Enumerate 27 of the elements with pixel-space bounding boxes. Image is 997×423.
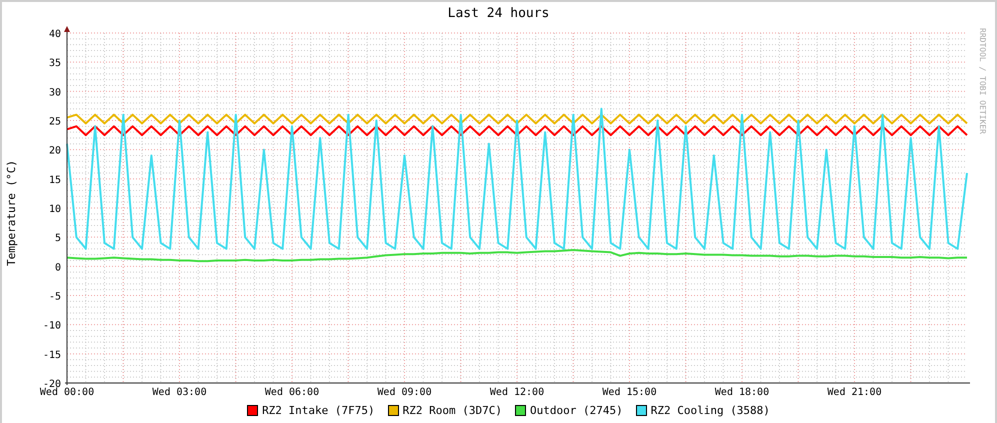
y-tick-label: 35 [48,58,61,70]
y-tick-label: 0 [54,262,61,274]
x-tick-label: Wed 18:00 [714,387,770,398]
x-tick-label: Wed 15:00 [602,387,657,398]
y-tick-label: 15 [48,174,61,186]
x-tick-label: Wed 12:00 [490,387,544,398]
y-tick-label: 25 [48,116,61,128]
x-tick-label: Wed 21:00 [827,387,882,398]
y-tick-label: 10 [48,204,61,215]
x-tick-label: Wed 03:00 [152,387,207,398]
y-tick-label: -5 [48,292,61,302]
x-tick-label: Wed 09:00 [377,387,432,398]
x-tick-label: Wed 00:00 [40,387,94,398]
chart-title: Last 24 hours [446,5,550,23]
credit-text: RRDTOOL / TOBI OETIKER [978,28,987,134]
legend-label: RZ2 Room (3D7C) [402,404,502,417]
legend-label: RZ2 Intake (7F75) [262,404,375,417]
y-axis-label: Temperature (°C) [4,160,18,266]
legend-label: Outdoor (2745) [530,404,623,417]
y-tick-label: -10 [42,320,61,332]
y-tick-label: 5 [54,233,61,244]
x-tick-label: Wed 06:00 [264,387,320,398]
y-tick-label: 30 [48,87,61,98]
y-tick-label: -15 [42,350,61,361]
legend-label: RZ2 Cooling (3588) [650,404,770,417]
y-tick-label: 20 [48,146,61,157]
y-tick-label: 40 [48,29,61,40]
